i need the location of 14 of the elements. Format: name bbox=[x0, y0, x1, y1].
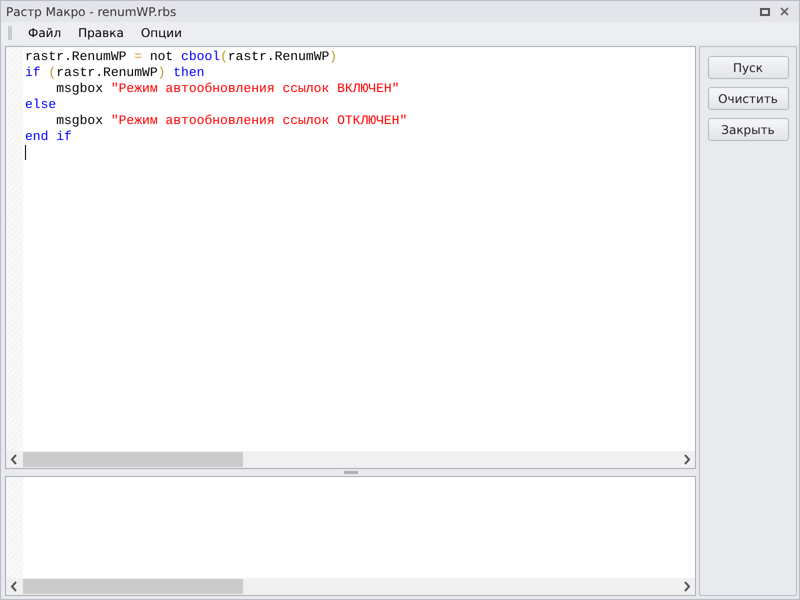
action-button[interactable]: Очистить bbox=[708, 87, 788, 110]
action-button[interactable]: Закрыть bbox=[708, 118, 788, 141]
splitter-grip-icon[interactable] bbox=[344, 471, 358, 474]
menu-item[interactable]: Правка bbox=[70, 24, 132, 42]
menu-item[interactable]: Опции bbox=[132, 24, 190, 42]
scrollbar-thumb[interactable] bbox=[23, 579, 243, 594]
close-icon[interactable] bbox=[780, 7, 789, 16]
window-title: Растр Макро - renumWP.rbs bbox=[6, 4, 178, 18]
text-cursor bbox=[25, 145, 26, 160]
maximize-icon[interactable] bbox=[760, 8, 770, 16]
menu-item[interactable]: Файл bbox=[20, 24, 70, 42]
grip-icon bbox=[8, 26, 12, 40]
action-button[interactable]: Пуск bbox=[708, 56, 788, 79]
scrollbar-thumb[interactable] bbox=[23, 452, 243, 467]
